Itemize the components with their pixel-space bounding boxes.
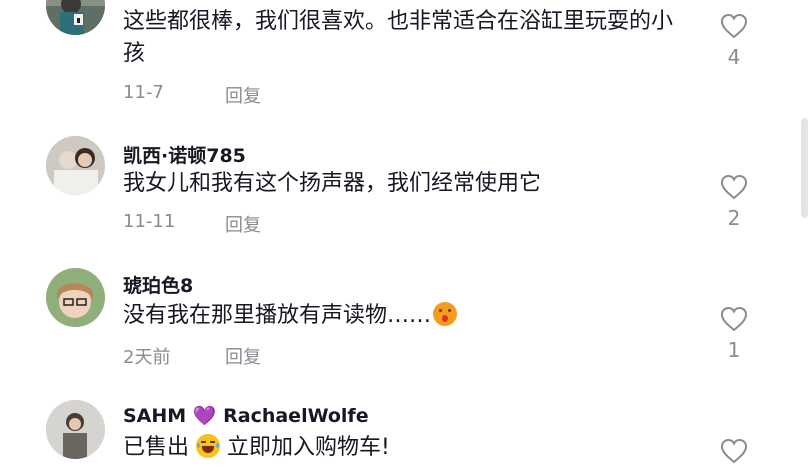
- comment-date: 11-11: [123, 211, 176, 232]
- username-part: SAHM: [123, 405, 187, 427]
- like-button[interactable]: 4: [718, 13, 750, 69]
- avatar-image: [46, 268, 105, 327]
- comment-text: 我女儿和我有这个扬声器，我们经常使用它: [123, 171, 542, 196]
- avatar[interactable]: [46, 0, 105, 35]
- heart-outline-icon: [720, 13, 748, 39]
- like-button[interactable]: 2: [718, 174, 750, 230]
- comment-text: 已售出 立即加入购物车!: [123, 432, 683, 464]
- like-button[interactable]: 1: [718, 306, 750, 362]
- like-count: 2: [727, 206, 741, 230]
- comment-meta: 11-7 回复: [123, 82, 261, 107]
- purple-heart-emoji: 💜: [192, 405, 217, 427]
- comment-username[interactable]: 琥珀色8: [123, 271, 193, 298]
- comment-meta: 11-11 回复: [123, 211, 261, 236]
- laughing-face-emoji: [196, 434, 221, 458]
- like-count: 1: [727, 338, 741, 362]
- scrollbar[interactable]: [801, 118, 808, 218]
- comment-date: 11-7: [123, 82, 164, 103]
- comment-date: 2天前: [123, 347, 171, 368]
- avatar-image: [46, 136, 105, 195]
- surprised-face-emoji: [433, 302, 458, 326]
- heart-outline-icon: [720, 438, 748, 464]
- username-part: RachaelWolfe: [223, 405, 369, 427]
- avatar-image: [46, 0, 105, 35]
- avatar[interactable]: [46, 268, 105, 327]
- avatar[interactable]: [46, 400, 105, 459]
- heart-outline-icon: [720, 306, 748, 332]
- reply-button[interactable]: 回复: [225, 343, 261, 369]
- comment-text-content: 没有我在那里播放有声读物……: [123, 303, 432, 328]
- comment-username[interactable]: SAHM 💜 RachaelWolfe: [123, 404, 369, 427]
- heart-outline-icon: [720, 174, 748, 200]
- like-count: 4: [727, 45, 741, 69]
- reply-button[interactable]: 回复: [225, 211, 261, 237]
- avatar[interactable]: [46, 136, 105, 195]
- comment-meta: 2天前 回复: [123, 343, 261, 369]
- comment-text: 没有我在那里播放有声读物……: [123, 300, 683, 332]
- like-button[interactable]: [718, 438, 750, 464]
- comment-text: 这些都很棒，我们很喜欢。也非常适合在浴缸里玩耍的小孩: [123, 9, 674, 66]
- comment-text-content: 已售出: [123, 435, 190, 460]
- avatar-image: [46, 400, 105, 459]
- comment-username[interactable]: 凯西·诺顿785: [123, 141, 246, 168]
- reply-button[interactable]: 回复: [225, 82, 261, 108]
- comment-text-content: 立即加入购物车!: [227, 435, 390, 460]
